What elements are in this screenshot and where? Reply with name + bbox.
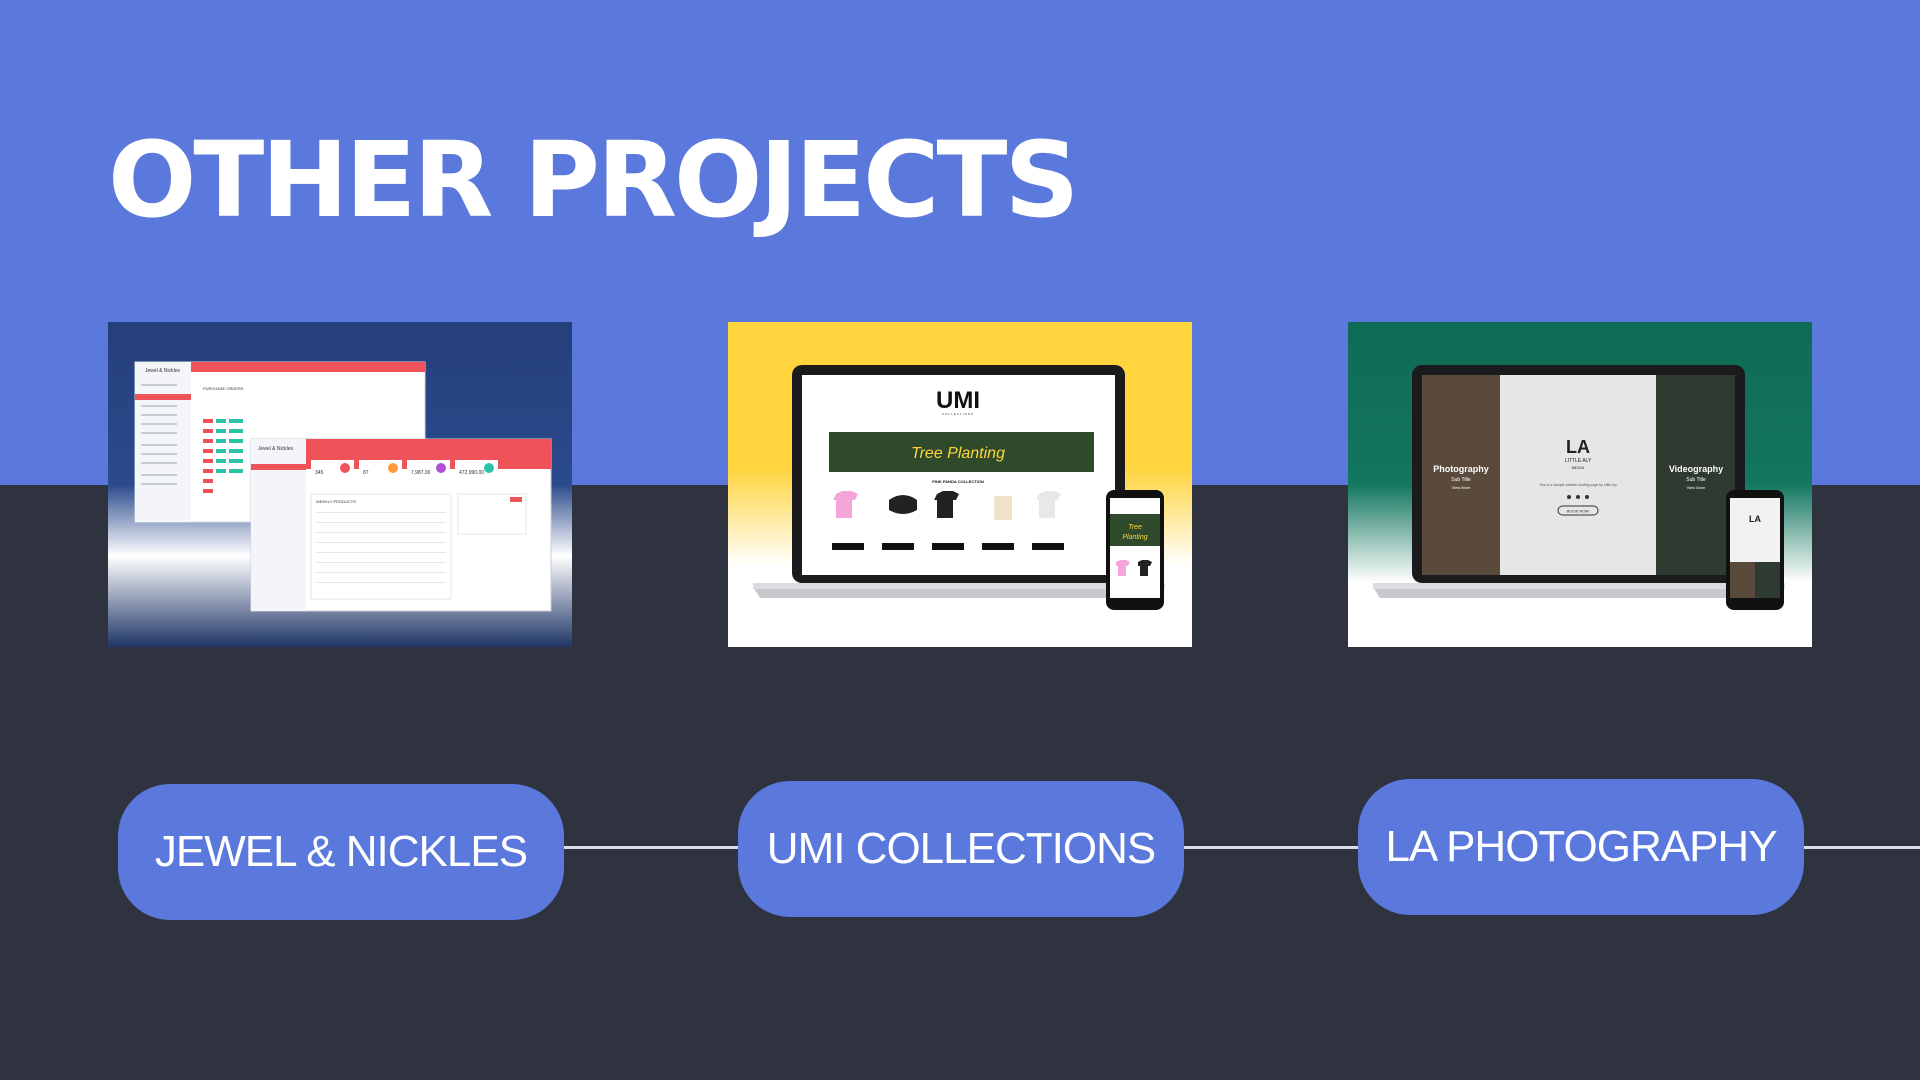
- videography-label: Videography: [1669, 464, 1723, 474]
- svg-text:Tree: Tree: [1128, 524, 1142, 531]
- banner-text: Tree Planting: [911, 445, 1005, 462]
- umi-logo-sub: COLLECTIONS: [942, 412, 974, 416]
- svg-text:Jewel & Nickles: Jewel & Nickles: [258, 446, 294, 452]
- project-preview-umi-collections: UMI COLLECTIONS Tree Planting PINK PANDA…: [728, 322, 1192, 647]
- landing-page-mockup: Photography Sub Title View More Videogra…: [1373, 365, 1785, 610]
- stat-value-2: 87: [363, 470, 369, 476]
- book-now-label: BOOK NOW: [1567, 509, 1590, 514]
- project-preview-la-photography: Photography Sub Title View More Videogra…: [1348, 322, 1812, 647]
- dashboard-mockup: Jewel & Nickles PURCHASE ORDERS Jewel & …: [134, 361, 552, 612]
- project-label-jewel-nickles: JEWEL & NICKLES: [118, 784, 564, 920]
- videography-more: View More: [1687, 485, 1707, 490]
- photography-more: View More: [1452, 485, 1472, 490]
- stat-value-3: 7,987.00: [411, 470, 431, 476]
- svg-text:LA: LA: [1749, 514, 1761, 524]
- collection-label: PINK PANDA COLLECTION: [932, 479, 984, 484]
- photography-label: Photography: [1433, 464, 1489, 474]
- videography-subtitle: Sub Title: [1686, 477, 1706, 483]
- la-logo-sub2: MEDIA: [1572, 465, 1585, 470]
- svg-text:Planting: Planting: [1122, 534, 1147, 541]
- project-preview-jewel-nickles: Jewel & Nickles PURCHASE ORDERS Jewel & …: [108, 322, 572, 647]
- project-label-umi-collections: UMI COLLECTIONS: [738, 781, 1184, 917]
- umi-logo: UMI: [936, 387, 980, 414]
- la-logo: LA: [1566, 437, 1590, 457]
- project-label-la-photography: LA PHOTOGRAPHY: [1358, 779, 1804, 915]
- stat-value-4: 472,990.00: [459, 470, 484, 476]
- section-label: PURCHASE ORDERS: [203, 386, 244, 391]
- la-logo-sub: LITTLE ALY: [1565, 458, 1592, 464]
- stat-value-1: 345: [315, 470, 324, 476]
- photography-subtitle: Sub Title: [1451, 477, 1471, 483]
- page-title: OTHER PROJECTS: [108, 119, 1079, 241]
- la-tagline: This is a sample website landing page by…: [1539, 483, 1617, 487]
- brand-label: Jewel & Nickles: [145, 368, 181, 374]
- storefront-mockup: UMI COLLECTIONS Tree Planting PINK PANDA…: [753, 365, 1165, 610]
- list-title: WEEKLY PRODUCTS: [316, 499, 356, 504]
